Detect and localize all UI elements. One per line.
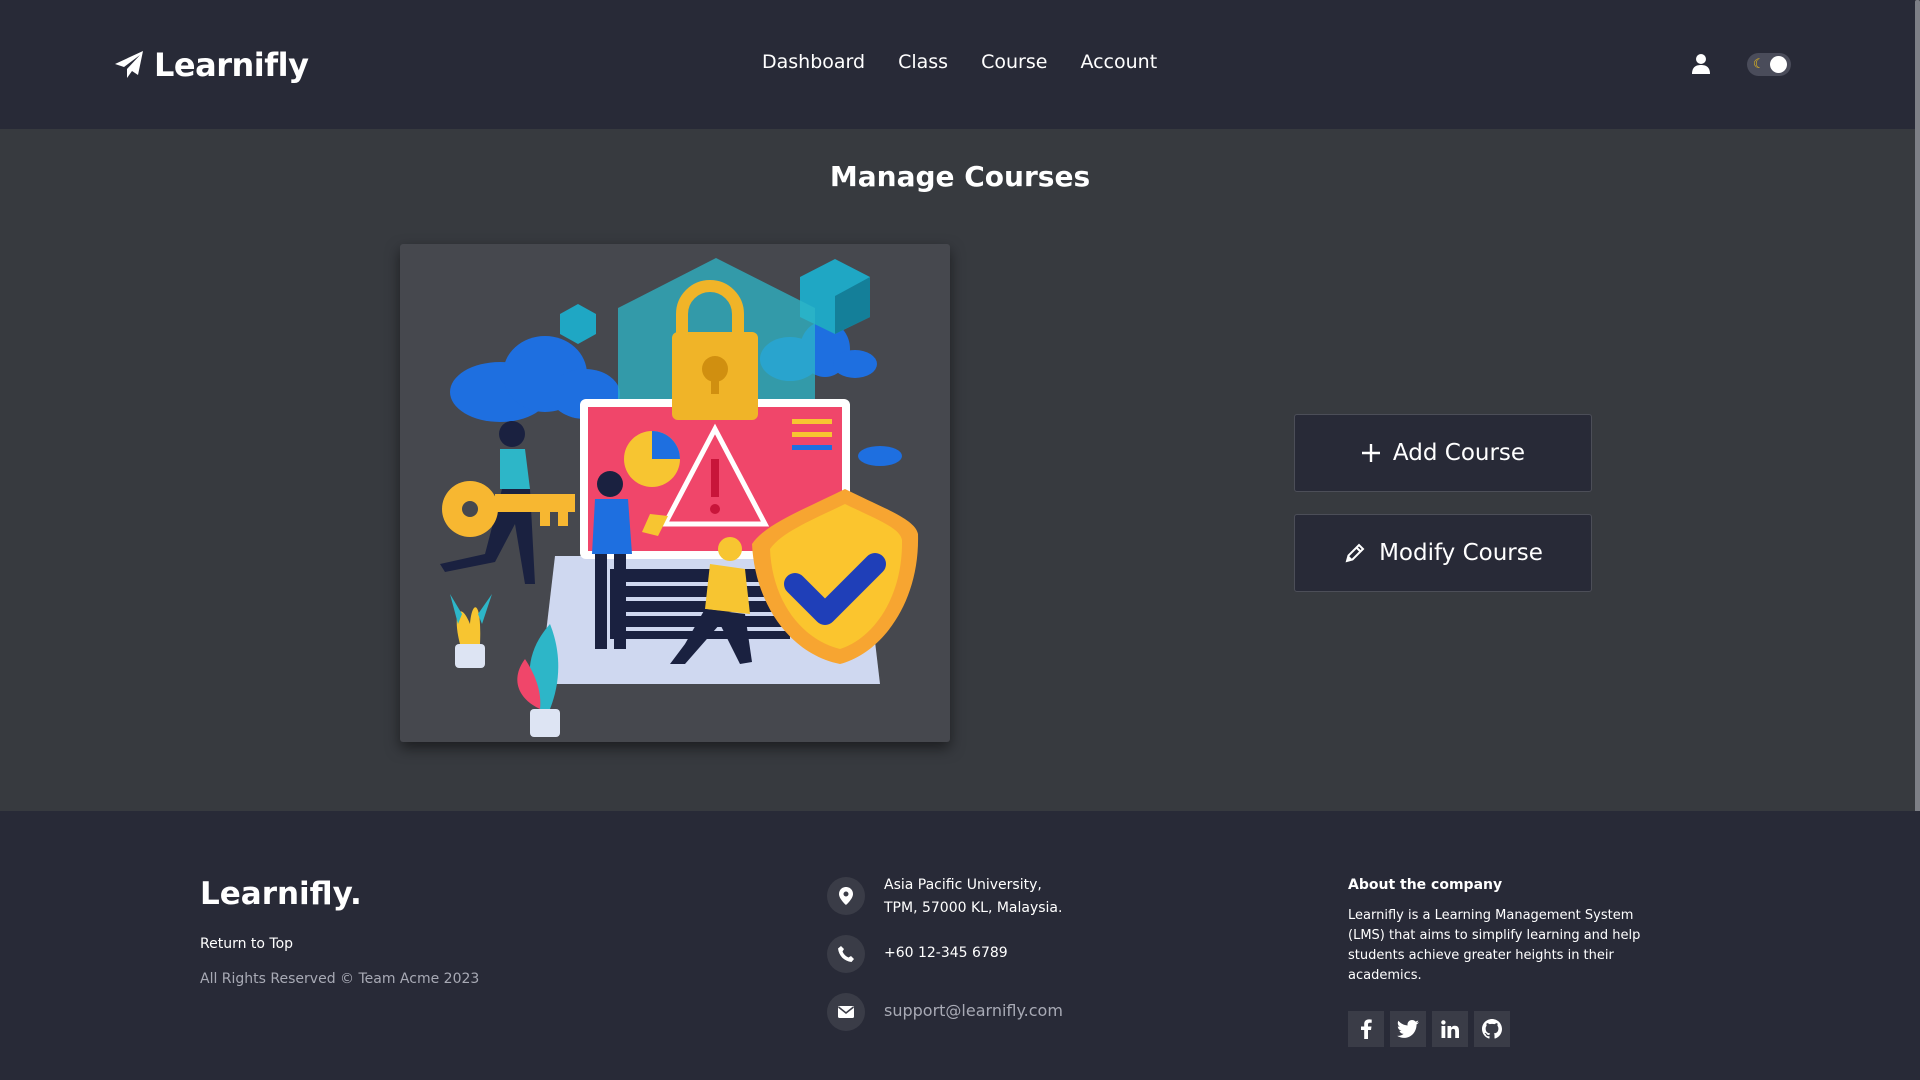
moon-icon: ☾ <box>1753 57 1765 72</box>
modify-course-label: Modify Course <box>1379 540 1543 566</box>
github-icon[interactable] <box>1474 1011 1510 1047</box>
footer: Learnifly. Return to Top All Rights Rese… <box>0 811 1920 1080</box>
modify-course-button[interactable]: Modify Course <box>1294 514 1592 592</box>
nav-dashboard[interactable]: Dashboard <box>762 51 865 73</box>
theme-toggle[interactable]: ☾ <box>1747 53 1791 76</box>
about-text: Learnifly is a Learning Management Syste… <box>1348 908 1641 983</box>
support-email-link[interactable]: support@learnifly.com <box>884 1001 1063 1020</box>
navbar: Learnifly Dashboard Class Course Account… <box>0 0 1920 129</box>
location-pin-icon <box>827 877 865 915</box>
add-course-label: Add Course <box>1392 440 1526 466</box>
toggle-knob <box>1770 56 1787 73</box>
add-course-button[interactable]: Add Course <box>1294 414 1592 492</box>
address-line-2: TPM, 57000 KL, Malaysia. <box>884 900 1063 916</box>
paper-plane-icon <box>115 51 143 78</box>
footer-brand: Learnifly. <box>200 876 362 912</box>
brand-logo[interactable]: Learnifly <box>113 46 309 84</box>
brand-name: Learnifly <box>154 46 309 84</box>
address-line-1: Asia Pacific University, <box>884 877 1042 893</box>
nav-class[interactable]: Class <box>898 51 948 73</box>
envelope-icon <box>827 993 865 1031</box>
about-title: About the company <box>1348 877 1503 893</box>
nav-account[interactable]: Account <box>1080 51 1157 73</box>
address-text: Asia Pacific University, TPM, 57000 KL, … <box>884 874 1062 920</box>
security-illustration <box>400 244 950 742</box>
phone-icon <box>827 935 865 973</box>
return-to-top-link[interactable]: Return to Top <box>200 936 293 952</box>
copyright-text: All Rights Reserved © Team Acme 2023 <box>200 971 480 987</box>
facebook-icon[interactable] <box>1348 1011 1384 1047</box>
linkedin-icon[interactable] <box>1432 1011 1468 1047</box>
user-icon[interactable] <box>1691 53 1711 75</box>
phone-text: +60 12-345 6789 <box>884 945 1008 961</box>
plus-icon <box>1361 443 1381 463</box>
twitter-icon[interactable] <box>1390 1011 1426 1047</box>
pencil-icon <box>1343 541 1367 565</box>
nav-course[interactable]: Course <box>981 51 1047 73</box>
page-title: Manage Courses <box>829 160 1091 193</box>
nav-links: Dashboard Class Course Account <box>762 51 1157 73</box>
